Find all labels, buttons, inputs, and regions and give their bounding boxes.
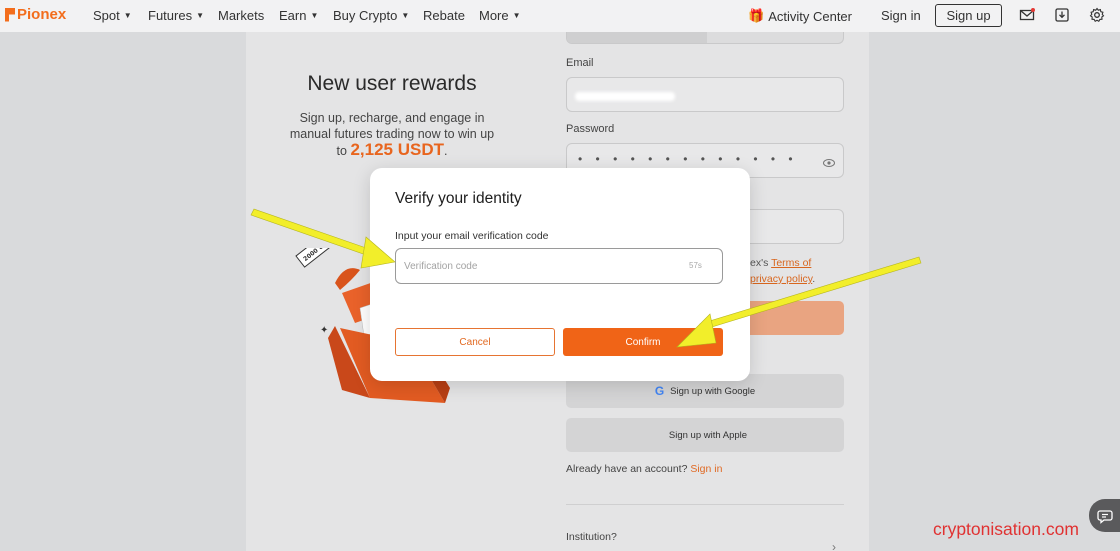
institution-label[interactable]: Institution? xyxy=(566,531,617,543)
settings-icon[interactable] xyxy=(1089,7,1105,23)
caret-down-icon: ▼ xyxy=(310,11,319,20)
nav-spot[interactable]: Spot ▼ xyxy=(93,8,132,23)
mail-icon[interactable] xyxy=(1019,7,1035,23)
sign-up-label: Sign up xyxy=(946,8,991,23)
logo-text: Pionex xyxy=(17,6,67,23)
nav-more-label: More xyxy=(479,8,509,23)
nav-more[interactable]: More ▼ xyxy=(479,8,521,23)
password-label: Password xyxy=(566,123,615,135)
sign-in-label: Sign in xyxy=(881,8,921,23)
eye-icon[interactable] xyxy=(823,155,835,167)
tab-active[interactable] xyxy=(567,32,707,43)
nav-futures[interactable]: Futures ▼ xyxy=(148,8,204,23)
chevron-right-icon[interactable]: › xyxy=(832,540,836,551)
terms-prefix: ex's xyxy=(750,257,769,269)
terms-text: ex's Terms of privacy policy. xyxy=(750,257,816,285)
email-label: Email xyxy=(566,57,594,69)
nav-futures-label: Futures xyxy=(148,8,193,23)
apple-signup-button[interactable]: Sign up with Apple xyxy=(566,418,844,452)
google-icon: G xyxy=(654,384,665,398)
nav-buy-crypto[interactable]: Buy Crypto ▼ xyxy=(333,8,409,23)
nav-buy-crypto-label: Buy Crypto xyxy=(333,8,398,23)
caret-down-icon: ▼ xyxy=(123,11,132,20)
modal-title: Verify your identity xyxy=(395,190,522,207)
nav-earn-label: Earn xyxy=(279,8,307,23)
already-account: Already have an account? Sign in xyxy=(566,463,722,475)
verify-identity-modal: Verify your identity Input your email ve… xyxy=(370,168,750,381)
promo-to: to xyxy=(336,144,347,158)
promo-amount: 2,125 USDT xyxy=(350,140,444,159)
promo-suffix: . xyxy=(443,144,448,158)
resend-timer: 57s xyxy=(689,261,702,270)
terms-link[interactable]: Terms of xyxy=(771,257,811,269)
activity-center-link[interactable]: 🎁 Activity Center xyxy=(748,8,852,24)
verification-code-label: Input your email verification code xyxy=(395,230,549,242)
activity-center-label: Activity Center xyxy=(768,8,852,24)
chat-support-button[interactable] xyxy=(1089,499,1120,532)
pionex-logo[interactable]: Pionex xyxy=(5,6,66,23)
promo-description: Sign up, recharge, and engage in manual … xyxy=(289,111,495,141)
caret-down-icon: ▼ xyxy=(401,11,410,20)
cancel-button[interactable]: Cancel xyxy=(395,328,555,356)
nav-markets[interactable]: Markets xyxy=(218,8,264,23)
nav-markets-label: Markets xyxy=(218,8,265,23)
apple-signup-label: Sign up with Apple xyxy=(668,429,748,441)
gift-icon: 🎁 xyxy=(748,8,765,23)
signup-tabs[interactable] xyxy=(566,32,844,44)
download-icon[interactable] xyxy=(1054,7,1070,23)
nav-earn[interactable]: Earn ▼ xyxy=(279,8,318,23)
watermark: cryptonisation.com xyxy=(933,519,1079,539)
divider xyxy=(566,504,844,505)
already-text: Already have an account? xyxy=(566,463,688,475)
verification-code-input[interactable] xyxy=(395,248,723,284)
top-nav: Pionex Spot ▼ Futures ▼ Markets Earn ▼ Buy … xyxy=(0,0,1120,32)
sign-up-button[interactable]: Sign up xyxy=(935,4,1002,27)
sign-in-bottom-link[interactable]: Sign in xyxy=(690,463,722,475)
nav-spot-label: Spot xyxy=(93,8,120,23)
svg-text:✦: ✦ xyxy=(320,325,328,336)
confirm-button[interactable]: Confirm xyxy=(563,328,723,356)
sign-in-link[interactable]: Sign in xyxy=(881,8,921,23)
nav-rebate[interactable]: Rebate xyxy=(423,8,465,23)
chat-icon xyxy=(1096,509,1113,524)
promo-text: Sign up, recharge, and engage in manual … xyxy=(286,110,498,159)
google-signup-label: Sign up with Google xyxy=(670,385,756,397)
nav-rebate-label: Rebate xyxy=(423,8,465,23)
caret-down-icon: ▼ xyxy=(196,11,204,20)
caret-down-icon: ▼ xyxy=(512,11,521,20)
promo-title: New user rewards xyxy=(307,72,477,95)
password-mask: • • • • • • • • • • • • • xyxy=(578,152,798,166)
pionex-logo-mark xyxy=(5,7,15,22)
email-redacted xyxy=(575,92,675,101)
privacy-link[interactable]: privacy policy xyxy=(750,273,812,285)
